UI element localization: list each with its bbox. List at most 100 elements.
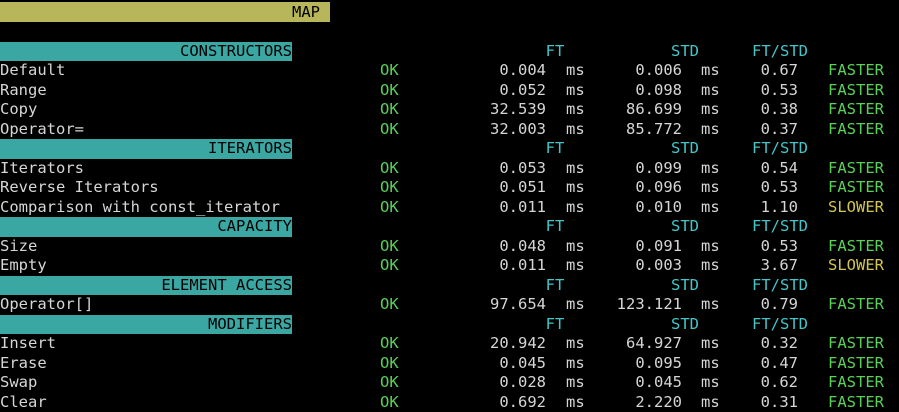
result-row: Swap OK 0.028 ms 0.045 ms 0.62 FASTER [0,373,899,393]
section-title: ITERATORS [0,139,292,159]
result-row: Reverse Iterators OK 0.051 ms 0.096 ms 0.53 FAS… [0,178,899,198]
ft-time: 0.051 [499,178,546,196]
ratio-value: 0.37 [760,119,798,138]
verdict-badge: FASTER [828,80,884,99]
column-header-std: STD [671,314,699,333]
column-header-ratio: FT/STD [752,275,808,294]
ratio-value: 1.10 [760,197,798,216]
std-unit: ms [701,80,720,99]
std-unit: ms [701,236,720,255]
test-name: Iterators [0,158,84,177]
verdict-badge: FASTER [828,392,884,411]
status-ok: OK [380,373,399,391]
verdict-badge: SLOWER [828,256,884,274]
verdict-badge: FASTER [828,100,884,118]
std-unit: ms [701,197,720,216]
test-name: Copy [0,100,38,118]
result-row: Erase OK 0.045 ms 0.095 ms 0.47 FASTER [0,354,899,374]
std-unit: ms [701,178,720,196]
result-row: Size OK 0.048 ms 0.091 ms 0.53 FASTER [0,237,899,257]
ratio-value: 0.53 [760,80,798,99]
verdict-badge: FASTER [828,236,884,255]
section-title: CAPACITY [0,217,292,237]
std-unit: ms [701,158,720,177]
column-header-ft: FT [545,139,565,157]
result-row: Comparison with const_iterator OK 0.011 ms 0… [0,198,899,218]
std-time: 0.099 [635,158,682,177]
std-unit: ms [701,334,720,352]
test-name: Erase [0,353,47,372]
result-row: Insert OK 20.942 ms 64.927 ms 0.32 FASTER [0,334,899,354]
std-time: 0.045 [635,373,682,391]
std-unit: ms [701,119,720,138]
section-header-row: CONSTRUCTORS FT STD FT/STD [0,41,899,61]
result-row: Operator[] OK 97.654 ms 123.121 ms 0.79 FASTER [0,295,899,315]
test-name: Insert [0,334,56,352]
result-row: Range OK 0.052 ms 0.098 ms 0.53 FASTER [0,81,899,101]
status-ok: OK [380,119,399,138]
std-unit: ms [701,256,720,274]
status-ok: OK [380,61,399,79]
std-time: 0.003 [635,256,682,274]
ratio-value: 0.31 [760,392,798,411]
std-time: 2.220 [635,392,682,411]
test-name: Operator[] [0,295,94,313]
verdict-badge: FASTER [828,119,884,138]
section-title: MODIFIERS [0,314,292,334]
column-header-std: STD [671,41,699,60]
column-header-ft: FT [545,275,565,294]
status-ok: OK [380,295,399,313]
ratio-value: 0.67 [760,61,798,79]
ft-time: 0.028 [499,373,546,391]
result-row: Copy OK 32.539 ms 86.699 ms 0.38 FASTER [0,100,899,120]
verdict-badge: SLOWER [828,197,884,216]
ratio-value: 0.53 [760,178,798,196]
column-header-ratio: FT/STD [752,139,808,157]
section-header-row: CAPACITY FT STD FT/STD [0,217,899,237]
std-time: 85.772 [626,119,682,138]
status-ok: OK [380,236,399,255]
status-ok: OK [380,334,399,352]
ft-time: 0.011 [499,256,546,274]
std-unit: ms [701,353,720,372]
column-header-std: STD [671,275,699,294]
column-header-ratio: FT/STD [752,217,808,235]
std-unit: ms [701,61,720,79]
ft-time: 0.692 [499,392,546,411]
status-ok: OK [380,197,399,216]
std-time: 0.098 [635,80,682,99]
column-header-ft: FT [545,314,565,333]
status-ok: OK [380,100,399,118]
status-ok: OK [380,353,399,372]
column-header-std: STD [671,217,699,235]
verdict-badge: FASTER [828,353,884,372]
ratio-value: 0.54 [760,158,798,177]
test-name: Reverse Iterators [0,178,159,196]
section-header-row: ELEMENT ACCESS FT STD FT/STD [0,275,899,295]
std-unit: ms [701,373,720,391]
ft-time: 0.052 [499,80,546,99]
test-name: Range [0,80,47,99]
test-name: Swap [0,373,38,391]
std-time: 64.927 [626,334,682,352]
ft-time: 0.004 [499,61,546,79]
ft-time: 20.942 [490,334,546,352]
test-name: Size [0,236,38,255]
ratio-value: 3.67 [760,256,798,274]
status-ok: OK [380,158,399,177]
result-row: Default OK 0.004 ms 0.006 ms 0.67 FASTER [0,61,899,81]
std-time: 123.121 [616,295,682,313]
std-unit: ms [701,295,720,313]
verdict-badge: FASTER [828,61,884,79]
result-row: Empty OK 0.011 ms 0.003 ms 3.67 SLOWER [0,256,899,276]
ratio-value: 0.62 [760,373,798,391]
result-row: Iterators OK 0.053 ms 0.099 ms 0.54 FASTER [0,159,899,179]
test-name: Empty [0,256,47,274]
title-banner: MAP [0,2,330,22]
test-name: Clear [0,392,47,411]
test-name: Comparison with const_iterator [0,197,280,216]
column-header-ft: FT [545,217,565,235]
section-title: ELEMENT ACCESS [0,275,292,295]
column-header-ratio: FT/STD [752,314,808,333]
ratio-value: 0.47 [760,353,798,372]
